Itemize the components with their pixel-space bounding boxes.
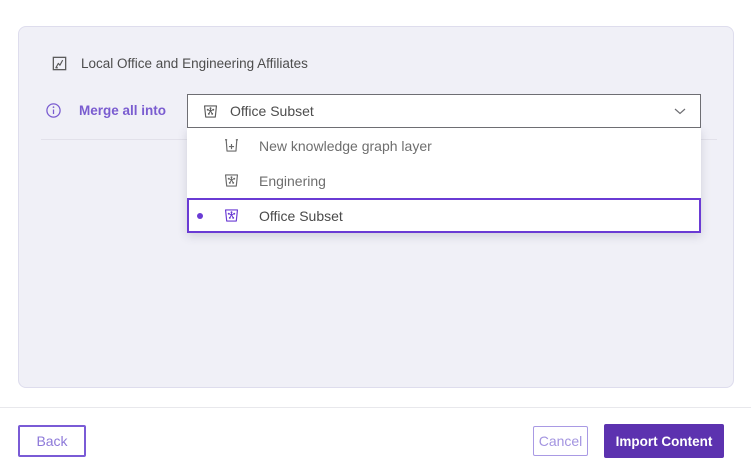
merge-all-into-row: Merge all into: [45, 102, 166, 119]
bullet-dot-icon: [197, 213, 203, 219]
merge-all-into-label: Merge all into: [79, 103, 166, 118]
import-options-panel: Local Office and Engineering Affiliates …: [18, 26, 734, 388]
back-button[interactable]: Back: [18, 425, 86, 457]
knowledge-graph-icon: [202, 103, 219, 120]
new-knowledge-graph-layer-icon: [223, 137, 240, 154]
chart-layer-icon: [51, 55, 68, 72]
menu-item-label: Enginering: [259, 173, 326, 189]
info-icon[interactable]: [45, 102, 62, 119]
merge-target-value: Office Subset: [230, 103, 314, 119]
merge-target-dropdown-menu: New knowledge graph layer Enginering: [187, 128, 701, 233]
menu-item-office-subset[interactable]: Office Subset: [187, 198, 701, 233]
import-content-button[interactable]: Import Content: [604, 424, 724, 458]
source-layer-row: Local Office and Engineering Affiliates: [51, 55, 308, 72]
source-layer-label: Local Office and Engineering Affiliates: [81, 56, 308, 71]
menu-item-enginering[interactable]: Enginering: [187, 163, 701, 198]
menu-item-new-knowledge-graph-layer[interactable]: New knowledge graph layer: [187, 128, 701, 163]
import-content-dialog: { "colors": { "accent_purple": "#5c32af"…: [0, 0, 751, 470]
footer-divider: [0, 407, 751, 408]
knowledge-graph-icon: [223, 207, 240, 224]
knowledge-graph-icon: [223, 172, 240, 189]
chevron-down-icon: [674, 108, 686, 115]
cancel-button[interactable]: Cancel: [533, 426, 588, 456]
merge-target-combobox[interactable]: Office Subset: [187, 94, 701, 128]
menu-item-label: New knowledge graph layer: [259, 138, 432, 154]
menu-item-label: Office Subset: [259, 208, 343, 224]
